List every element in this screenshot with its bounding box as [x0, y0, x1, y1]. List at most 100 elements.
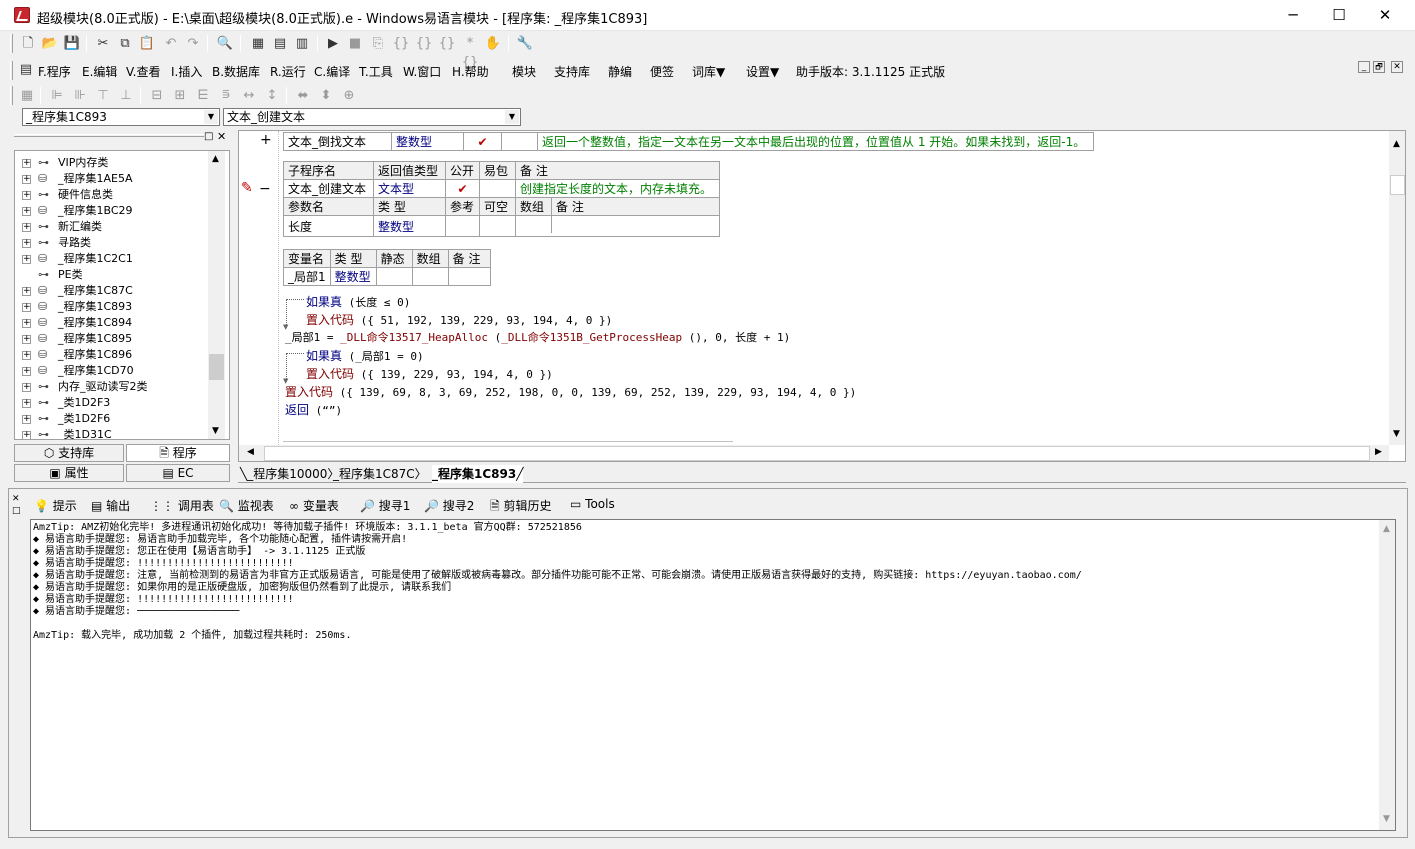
- expand-icon[interactable]: +: [22, 239, 31, 248]
- code-line-1[interactable]: 如果真 (长度 ≤ 0): [306, 293, 410, 310]
- redo-icon[interactable]: ↷: [183, 34, 203, 53]
- menu-insert[interactable]: I.插入: [171, 63, 202, 80]
- tree-scroll-thumb[interactable]: [209, 354, 224, 380]
- tab-hints[interactable]: 💡 提示: [34, 497, 77, 514]
- menu-run[interactable]: R.运行: [270, 63, 306, 80]
- tab-program[interactable]: 🗎 程序: [126, 444, 230, 462]
- tab-ec[interactable]: ▤ EC: [126, 464, 230, 482]
- code-line-4[interactable]: 如果真 (_局部1 = 0): [306, 347, 424, 364]
- chevron-down-icon[interactable]: ▼: [505, 110, 519, 124]
- tab-property[interactable]: ▣ 属性: [14, 464, 124, 482]
- same-width-icon[interactable]: ↔: [239, 86, 259, 105]
- tab-search1[interactable]: 🔎 搜寻1: [360, 497, 410, 514]
- tree-item[interactable]: + ⛁ _程序集1C87C: [15, 283, 215, 299]
- code-line-7[interactable]: 返回 (“”): [285, 401, 342, 418]
- panel-grip[interactable]: [14, 134, 204, 137]
- center-h-icon[interactable]: ⊟: [147, 86, 167, 105]
- output-panel-close-icon[interactable]: ✕: [12, 494, 20, 504]
- tree-item[interactable]: + ⊶ 寻路类: [15, 235, 215, 251]
- align-bottom-icon[interactable]: ⊥: [116, 86, 136, 105]
- expand-icon[interactable]: +: [22, 287, 31, 296]
- scroll-down-icon[interactable]: ▼: [1393, 429, 1400, 439]
- output-panel-pin-icon[interactable]: □: [12, 506, 21, 516]
- panel-close-icon[interactable]: ✕: [217, 130, 226, 143]
- menu-compile[interactable]: C.编译: [314, 63, 350, 80]
- save-icon[interactable]: 💾: [62, 34, 82, 53]
- chevron-down-icon[interactable]: ▼: [204, 110, 218, 124]
- tree-item[interactable]: + ⊶ _类1D31C: [15, 427, 215, 439]
- doc-tab-3-active[interactable]: _程序集1C893╱: [432, 465, 524, 483]
- expand-icon[interactable]: +: [22, 191, 31, 200]
- tree-item[interactable]: + ⛁ _程序集1C895: [15, 331, 215, 347]
- menu-settings[interactable]: 设置▼: [746, 63, 779, 80]
- cut-icon[interactable]: ✂: [93, 34, 113, 53]
- expand-icon[interactable]: +: [22, 175, 31, 184]
- editor-scroll-thumb[interactable]: [1390, 175, 1405, 195]
- step-2-icon[interactable]: {}: [391, 34, 411, 53]
- mdi-minimize-button[interactable]: _: [1358, 61, 1370, 73]
- close-button[interactable]: ✕: [1362, 0, 1408, 31]
- tab-watch[interactable]: 🔍 监视表: [219, 497, 274, 514]
- expand-icon[interactable]: +: [22, 335, 31, 344]
- param-type[interactable]: 整数型: [373, 215, 446, 237]
- editor-hscroll[interactable]: ◀ ▶: [239, 445, 1389, 461]
- tree-item[interactable]: + ⛁ _程序集1C894: [15, 315, 215, 331]
- prev-sub-public-check[interactable]: ✔: [463, 132, 502, 151]
- scroll-up-icon[interactable]: ▲: [1383, 524, 1390, 534]
- expand-icon[interactable]: +: [22, 431, 31, 439]
- menu-database[interactable]: B.数据库: [212, 63, 260, 80]
- menu-module[interactable]: 模块: [512, 63, 536, 80]
- tab-tools[interactable]: ▭ Tools: [570, 497, 615, 511]
- tree-item[interactable]: + ⛁ _程序集1C893: [15, 299, 215, 315]
- tree-item[interactable]: + ⛁ _程序集1CD70: [15, 363, 215, 379]
- output-text[interactable]: AmzTip: AMZ初始化完毕! 多进程通讯初始化成功! 等待加载子插件! 环…: [30, 519, 1396, 831]
- param-array-note[interactable]: [515, 215, 720, 237]
- assembly-select[interactable]: _程序集1C893 ▼: [22, 108, 220, 126]
- paste-icon[interactable]: 📋: [137, 34, 157, 53]
- sub-note[interactable]: 创建指定长度的文本，内存未填充。: [515, 179, 720, 198]
- undo-icon[interactable]: ↶: [161, 34, 181, 53]
- space-h-icon[interactable]: ⋿: [193, 86, 213, 105]
- prev-sub-name[interactable]: 文本_倒找文本: [283, 132, 392, 151]
- var-name[interactable]: _局部1: [283, 267, 331, 286]
- tab-clip-history[interactable]: 🗎 剪辑历史: [490, 497, 551, 518]
- tree-item[interactable]: + ⊶ VIP内存类: [15, 155, 215, 171]
- expand-icon[interactable]: +: [22, 383, 31, 392]
- tree-item[interactable]: + ⛁ _程序集1BC29: [15, 203, 215, 219]
- menu-view[interactable]: V.查看: [126, 63, 160, 80]
- param-name[interactable]: 长度: [283, 215, 374, 237]
- tree-item[interactable]: + ⊶ _类1D2F3: [15, 395, 215, 411]
- param-optional[interactable]: [479, 215, 516, 237]
- expand-icon[interactable]: +: [22, 303, 31, 312]
- subroutine-select[interactable]: 文本_创建文本 ▼: [223, 108, 521, 126]
- doc-tab-1[interactable]: ╲_程序集10000〉: [240, 465, 339, 483]
- expand-icon[interactable]: +: [22, 207, 31, 216]
- scroll-up-icon[interactable]: ▲: [212, 154, 219, 164]
- var-static[interactable]: [375, 267, 413, 286]
- tab-search2[interactable]: 🔎 搜寻2: [424, 497, 474, 514]
- var-type[interactable]: 整数型: [329, 267, 377, 286]
- tree-item[interactable]: + ⛁ _程序集1C896: [15, 347, 215, 363]
- step-3-icon[interactable]: {}: [414, 34, 434, 53]
- editor-hscroll-thumb[interactable]: [264, 446, 1370, 461]
- editor-vscroll[interactable]: ▲ ▼: [1389, 131, 1405, 445]
- menu-window[interactable]: W.窗口: [403, 63, 441, 80]
- tab-support-lib[interactable]: ⬡ 支持库: [14, 444, 124, 462]
- panel-pin-icon[interactable]: □: [204, 131, 213, 142]
- layout-1-icon[interactable]: ▦: [248, 34, 268, 53]
- expand-icon[interactable]: +: [22, 159, 31, 168]
- minimize-button[interactable]: ─: [1270, 0, 1316, 31]
- menu-edit[interactable]: E.编辑: [82, 63, 117, 80]
- mdi-close-button[interactable]: ✕: [1391, 61, 1403, 73]
- space-v-icon[interactable]: ⋾: [216, 86, 236, 105]
- stop-icon[interactable]: ■: [345, 34, 365, 53]
- collapse-toggle-1[interactable]: +: [260, 132, 272, 148]
- expand-icon[interactable]: +: [22, 351, 31, 360]
- expand-icon[interactable]: +: [22, 415, 31, 424]
- new-file-icon[interactable]: 🗋: [18, 34, 38, 53]
- tree-item[interactable]: ⊶ PE类: [15, 267, 215, 283]
- tree-item[interactable]: + ⊶ 硬件信息类: [15, 187, 215, 203]
- align-left-icon[interactable]: ⊫: [47, 86, 67, 105]
- prev-sub-type[interactable]: 整数型: [391, 132, 464, 151]
- menu-help[interactable]: H.帮助: [452, 63, 489, 80]
